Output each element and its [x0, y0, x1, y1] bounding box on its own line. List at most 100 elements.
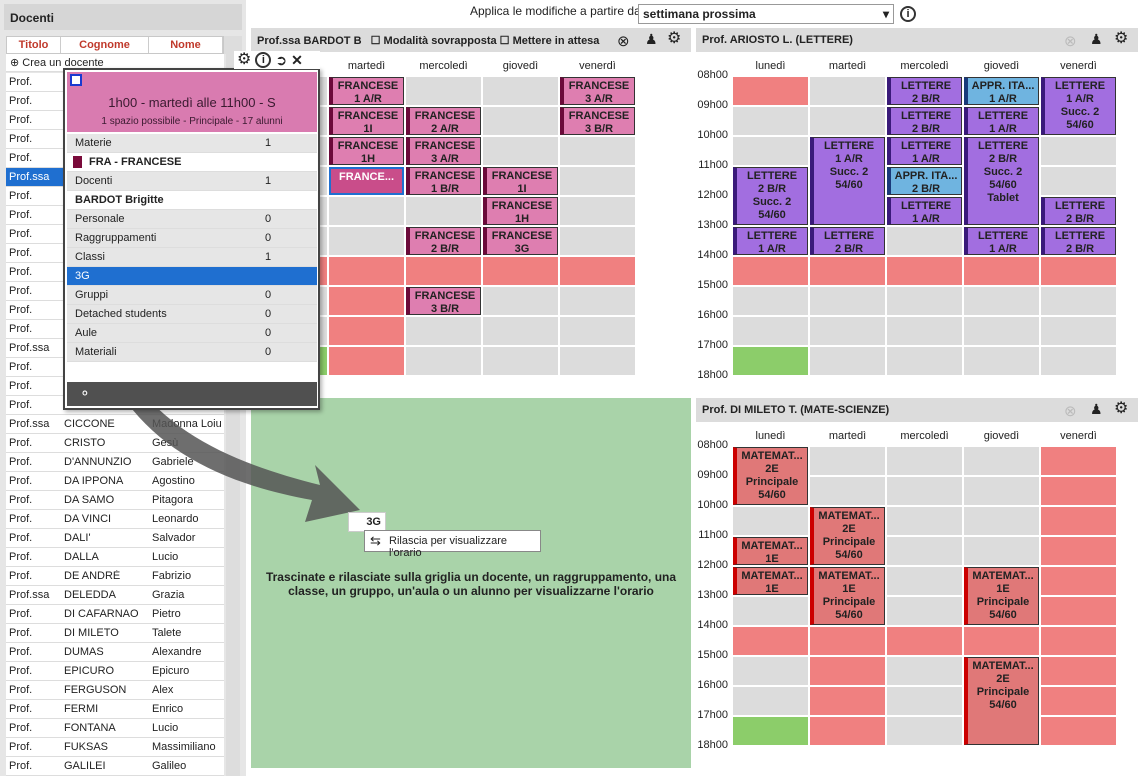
lesson-block[interactable]: FRANCESE 2 B/R	[406, 227, 481, 255]
grid-ariosto[interactable]: lunedì martedì mercoledì giovedì venerdì 08h0…	[696, 56, 1120, 381]
gear-icon[interactable]: ⚙	[1114, 401, 1128, 417]
grid-cell[interactable]	[886, 346, 963, 376]
grid-cell[interactable]	[1040, 136, 1117, 166]
col-nome[interactable]: Nome	[149, 37, 223, 53]
popup-row[interactable]: FRA - FRANCESE	[67, 153, 317, 172]
grid-cell[interactable]	[732, 136, 809, 166]
grid-cell[interactable]	[886, 506, 963, 536]
close-circle-icon[interactable]: ⊗	[1064, 402, 1077, 420]
popup-row[interactable]: Classi 1	[67, 248, 317, 267]
grid-cell[interactable]	[732, 346, 809, 376]
grid-cell[interactable]	[732, 596, 809, 626]
grid-cell[interactable]	[328, 256, 405, 286]
grid-cell[interactable]	[886, 656, 963, 686]
grid-cell[interactable]	[732, 316, 809, 346]
grid-cell[interactable]	[559, 316, 636, 346]
table-row[interactable]: Prof. DALI' Salvador	[6, 529, 224, 548]
grid-cell[interactable]	[732, 656, 809, 686]
grid-cell[interactable]	[809, 476, 886, 506]
grid-cell[interactable]	[1040, 716, 1117, 746]
lesson-block[interactable]: MATEMAT... 2E Principale 54/60	[733, 447, 808, 505]
hold-checkbox[interactable]: ☐	[500, 35, 510, 47]
grid-cell[interactable]	[886, 686, 963, 716]
grid-cell[interactable]	[482, 106, 559, 136]
grid-cell[interactable]	[732, 106, 809, 136]
table-row[interactable]: Prof. FERMI Enrico	[6, 700, 224, 719]
grid-cell[interactable]	[809, 656, 886, 686]
grid-cell[interactable]	[809, 316, 886, 346]
grid-cell[interactable]	[963, 446, 1040, 476]
gear-icon[interactable]: ⚙	[1114, 31, 1128, 47]
grid-cell[interactable]	[1040, 476, 1117, 506]
popup-row[interactable]: Materiali 0	[67, 343, 317, 362]
grid-cell[interactable]	[963, 476, 1040, 506]
grid-cell[interactable]	[1040, 686, 1117, 716]
grid-cell[interactable]	[809, 446, 886, 476]
info-icon[interactable]: i	[255, 52, 272, 68]
table-row[interactable]: Prof. EPICURO Epicuro	[6, 662, 224, 681]
grid-cell[interactable]	[1040, 596, 1117, 626]
grid-cell[interactable]	[732, 76, 809, 106]
grid-cell[interactable]	[963, 346, 1040, 376]
lesson-block[interactable]: FRANCESE 3 A/R	[406, 137, 481, 165]
info-icon[interactable]: i	[900, 6, 916, 22]
lesson-block[interactable]: LETTERE 1 A/R	[887, 197, 962, 225]
grid-cell[interactable]	[1040, 626, 1117, 656]
grid-cell[interactable]	[1040, 346, 1117, 376]
grid-cell[interactable]	[405, 196, 482, 226]
grid-cell[interactable]	[1040, 506, 1117, 536]
lesson-block[interactable]: MATEMAT... 1E	[733, 567, 808, 595]
lesson-block[interactable]: FRANCESE 3 B/R	[560, 107, 635, 135]
lesson-block[interactable]: LETTERE 2 B/R Succ. 2 54/60 Tablet	[964, 137, 1039, 225]
popup-row[interactable]: 3G	[67, 267, 317, 286]
lesson-block[interactable]: FRANCESE 1 A/R	[329, 77, 404, 105]
grid-cell[interactable]	[1040, 536, 1117, 566]
grid-cell[interactable]	[1040, 656, 1117, 686]
popup-row[interactable]: BARDOT Brigitte	[67, 191, 317, 210]
lesson-block[interactable]: MATEMAT... 2E Principale 54/60	[810, 507, 885, 565]
grid-cell[interactable]	[732, 256, 809, 286]
lesson-block[interactable]: APPR. ITA... 1 A/R	[964, 77, 1039, 105]
popup-row[interactable]: Docenti 1	[67, 172, 317, 191]
share-icon[interactable]: ⚬	[79, 385, 91, 402]
lesson-block[interactable]: APPR. ITA... 2 B/R	[887, 167, 962, 195]
lesson-block[interactable]: FRANCESE 1H	[483, 197, 558, 225]
grid-cell[interactable]	[559, 226, 636, 256]
grid-cell[interactable]	[886, 596, 963, 626]
lesson-block[interactable]: FRANCESE 1H	[329, 137, 404, 165]
grid-cell[interactable]	[963, 626, 1040, 656]
grid-cell[interactable]	[732, 506, 809, 536]
table-row[interactable]: Prof. DE ANDRÈ Fabrizio	[6, 567, 224, 586]
grid-cell[interactable]	[1040, 316, 1117, 346]
grid-cell[interactable]	[886, 716, 963, 746]
lesson-block[interactable]: FRANCESE 1I	[483, 167, 558, 195]
grid-cell[interactable]	[559, 286, 636, 316]
grid-cell[interactable]	[809, 76, 886, 106]
grid-cell[interactable]	[482, 76, 559, 106]
lesson-block[interactable]: MATEMAT... 1E	[733, 537, 808, 565]
grid-cell[interactable]	[886, 446, 963, 476]
grid-cell[interactable]	[963, 286, 1040, 316]
grid-cell[interactable]	[405, 346, 482, 376]
overlap-checkbox[interactable]: ☐	[371, 35, 381, 47]
grid-cell[interactable]	[405, 256, 482, 286]
lesson-block[interactable]: FRANCESE 3 A/R	[560, 77, 635, 105]
grid-cell[interactable]	[809, 346, 886, 376]
grid-cell[interactable]	[1040, 446, 1117, 476]
lesson-block[interactable]: LETTERE 2 B/R	[887, 77, 962, 105]
table-row[interactable]: Prof. FUKSAS Massimiliano	[6, 738, 224, 757]
grid-cell[interactable]	[328, 226, 405, 256]
person-icon[interactable]: ♟	[1090, 401, 1103, 418]
table-row[interactable]: Prof. DUMAS Alexandre	[6, 643, 224, 662]
table-row[interactable]: Prof. DI CAFARNAO Pietro	[6, 605, 224, 624]
table-row[interactable]: Prof. DALLA Lucio	[6, 548, 224, 567]
grid-cell[interactable]	[1040, 286, 1117, 316]
lesson-block[interactable]: LETTERE 1 A/R	[964, 227, 1039, 255]
grid-cell[interactable]	[482, 316, 559, 346]
color-marker-icon[interactable]	[70, 74, 82, 86]
lesson-block[interactable]: LETTERE 1 A/R Succ. 2 54/60	[810, 137, 885, 225]
grid-cell[interactable]	[1040, 566, 1117, 596]
table-row[interactable]: Prof. FONTANA Lucio	[6, 719, 224, 738]
lesson-block[interactable]: LETTERE 1 A/R	[887, 137, 962, 165]
grid-cell[interactable]	[809, 256, 886, 286]
